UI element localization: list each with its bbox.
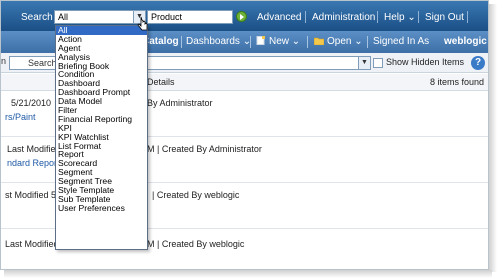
search-go-icon[interactable] (236, 11, 247, 22)
app-window: Search All ▼ Product Advanced Administra… (0, 0, 489, 270)
item-created-by: M | Created By Administrator (147, 144, 262, 154)
item-last-modified: st Modified 5 (5, 190, 57, 200)
show-hidden-label: Show Hidden Items (386, 57, 465, 67)
help-menu[interactable]: Help ⌄ (384, 12, 416, 23)
divider (250, 36, 251, 48)
new-menu[interactable]: New ⌄ (256, 36, 300, 47)
user-name: weblogic (444, 36, 487, 47)
help-menu-label: Help (384, 12, 405, 23)
item-last-modified: Last Modified (7, 144, 61, 154)
search-input[interactable]: Product (147, 10, 233, 24)
administration-link[interactable]: Administration (312, 12, 375, 23)
item-last-modified: Last Modified (5, 239, 59, 249)
chevron-down-icon: ⌄ (291, 36, 301, 47)
window-shadow (4, 270, 492, 278)
open-menu[interactable]: Open ⌄ (314, 36, 363, 47)
help-icon[interactable]: ? (471, 56, 485, 70)
item-created-by: M | Created By weblogic (147, 239, 245, 249)
new-document-icon (256, 36, 265, 45)
window-shadow (489, 4, 497, 272)
show-hidden-checkbox[interactable] (373, 58, 383, 68)
folder-icon (314, 37, 324, 45)
user-menu[interactable]: weblogic ⌄ (444, 36, 488, 47)
divider (367, 36, 368, 48)
filter-label: n (1, 56, 7, 66)
chevron-down-icon: ⌄ (354, 36, 363, 47)
search-scope-dropdown-list[interactable]: All Action Agent Analysis Briefing Book … (55, 25, 148, 250)
divider (418, 11, 419, 23)
item-path-link[interactable]: rs/Paint (5, 112, 36, 122)
dashboards-menu[interactable]: Dashboards ⌄ (186, 36, 251, 47)
signed-in-prefix: Signed In As (373, 36, 430, 47)
details-column-header: Details (147, 77, 175, 87)
divider (307, 36, 308, 48)
advanced-link[interactable]: Advanced (257, 12, 301, 23)
sign-out-link[interactable]: Sign Out (425, 12, 464, 23)
divider (377, 11, 378, 23)
dropdown-option[interactable]: User Preferences (56, 203, 147, 213)
divider (181, 36, 182, 48)
divider (467, 11, 468, 23)
mouse-pointer-icon (137, 16, 148, 31)
item-path-link[interactable]: ndard Repor (7, 158, 57, 168)
new-menu-label: New (269, 36, 290, 47)
divider (305, 11, 306, 23)
search-scope-select[interactable]: All ▼ (54, 10, 146, 24)
chevron-down-icon: ⌄ (407, 12, 416, 23)
item-date: 5/21/2010 (11, 98, 52, 108)
item-created-by: | Created By weblogic (152, 190, 240, 200)
open-menu-label: Open (327, 36, 352, 47)
item-created-by: By Administrator (147, 98, 213, 108)
chevron-down-icon[interactable]: ▼ (358, 57, 370, 69)
items-found-count: 8 items found (429, 77, 484, 87)
search-label: Search (21, 12, 53, 23)
dashboards-menu-label: Dashboards (186, 36, 240, 47)
search-input-value: Product (151, 12, 183, 22)
search-scope-value: All (58, 12, 69, 22)
